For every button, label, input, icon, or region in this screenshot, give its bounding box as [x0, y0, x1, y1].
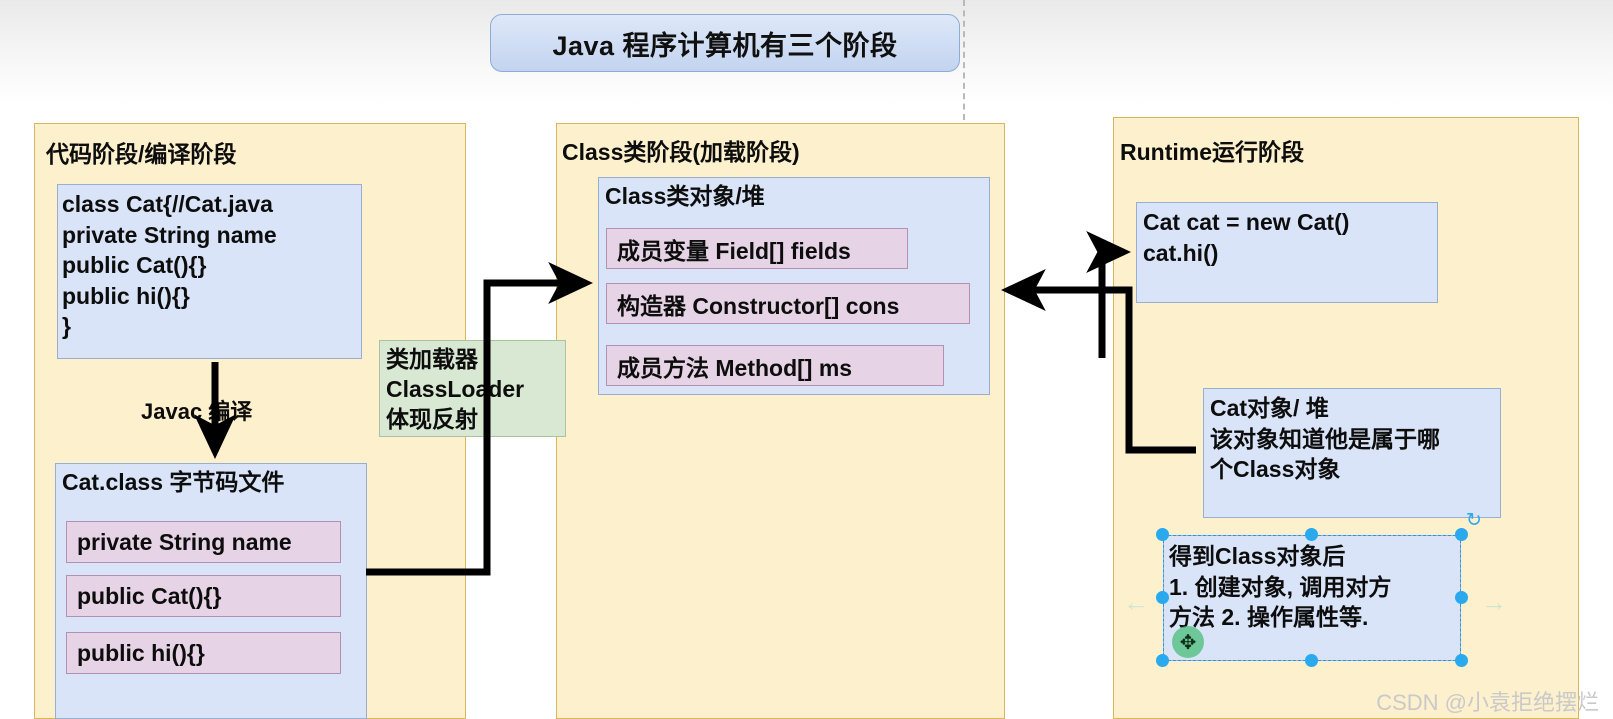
- class-member-methods: 成员方法 Method[] ms: [606, 345, 944, 386]
- class-object-title: Class类对象/堆: [605, 183, 765, 209]
- move-cursor-icon[interactable]: ✥: [1172, 626, 1204, 658]
- bytecode-member-0: private String name: [66, 521, 341, 563]
- page-title: Java 程序计算机有三个阶段: [552, 30, 898, 61]
- vertical-guideline: [963, 0, 965, 120]
- bytecode-member-1: public Cat(){}: [66, 575, 341, 617]
- bytecode-member-0-label: private String name: [77, 528, 292, 555]
- source-code-box: class Cat{//Cat.java private String name…: [57, 184, 362, 359]
- connector-arrow-right-icon[interactable]: →: [1481, 589, 1507, 615]
- move-glyph: ✥: [1179, 631, 1197, 654]
- handle-middle-left[interactable]: [1156, 591, 1169, 604]
- cat-object-note-box: Cat对象/ 堆 该对象知道他是属于哪 个Class对象: [1203, 388, 1501, 518]
- classloader-note-text: 类加载器 ClassLoader 体现反射: [386, 346, 525, 432]
- runtime-code-text: Cat cat = new Cat() cat.hi(): [1143, 209, 1350, 266]
- rotate-icon[interactable]: ↻: [1466, 511, 1482, 530]
- class-member-fields-label: 成员变量 Field[] fields: [617, 237, 851, 264]
- runtime-code-box: Cat cat = new Cat() cat.hi(): [1136, 202, 1438, 303]
- selection-outline: [1163, 535, 1461, 661]
- handle-middle-right[interactable]: [1455, 591, 1468, 604]
- source-code-text: class Cat{//Cat.java private String name…: [62, 191, 277, 340]
- class-member-fields: 成员变量 Field[] fields: [606, 228, 908, 269]
- class-member-constructors-label: 构造器 Constructor[] cons: [617, 292, 900, 319]
- connector-arrow-left-icon[interactable]: ←: [1123, 589, 1149, 615]
- diagram-canvas: Java 程序计算机有三个阶段 代码阶段/编译阶段 class Cat{//Ca…: [0, 0, 1613, 719]
- handle-top-left[interactable]: [1156, 528, 1169, 541]
- handle-bottom-center[interactable]: [1305, 654, 1318, 667]
- class-member-methods-label: 成员方法 Method[] ms: [617, 354, 853, 381]
- bytecode-member-2: public hi(){}: [66, 632, 341, 674]
- bytecode-member-2-label: public hi(){}: [77, 639, 205, 666]
- panel-compile-stage-title: 代码阶段/编译阶段: [46, 141, 237, 167]
- handle-bottom-left[interactable]: [1156, 654, 1169, 667]
- class-member-constructors: 构造器 Constructor[] cons: [606, 283, 970, 324]
- javac-compile-label: Javac 编译: [141, 399, 253, 424]
- cat-object-note-text: Cat对象/ 堆 该对象知道他是属于哪 个Class对象: [1210, 395, 1440, 483]
- classloader-note-box: 类加载器 ClassLoader 体现反射: [379, 340, 566, 437]
- diagram-title-box: Java 程序计算机有三个阶段: [490, 14, 960, 72]
- handle-top-center[interactable]: [1305, 528, 1318, 541]
- watermark: CSDN @小袁拒绝摆烂: [1376, 690, 1599, 715]
- bytecode-file-title: Cat.class 字节码文件: [62, 469, 285, 495]
- handle-bottom-right[interactable]: [1455, 654, 1468, 667]
- panel-runtime-stage-title: Runtime运行阶段: [1120, 139, 1304, 165]
- bytecode-member-1-label: public Cat(){}: [77, 582, 222, 609]
- panel-class-stage-title: Class类阶段(加载阶段): [562, 139, 800, 165]
